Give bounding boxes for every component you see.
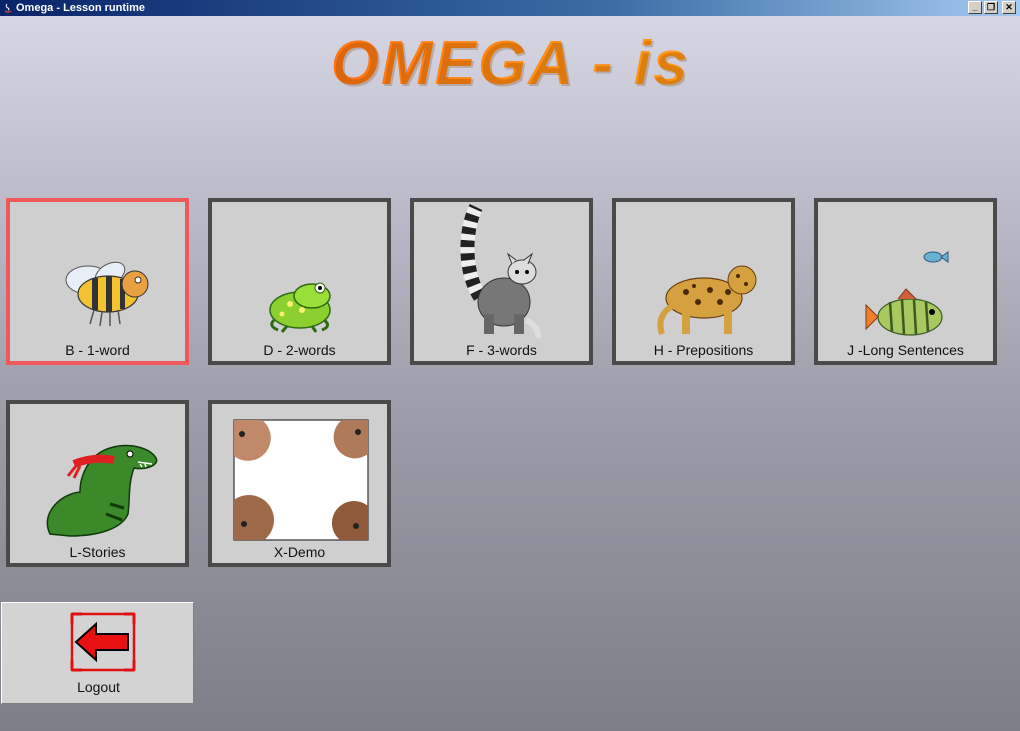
window-title: Omega - Lesson runtime <box>16 2 145 14</box>
lesson-tile-h-prepositions[interactable]: H - Prepositions <box>612 198 795 365</box>
lesson-tile-l-stories[interactable]: L-Stories <box>6 400 189 567</box>
window-titlebar[interactable]: Omega - Lesson runtime _ ❐ ✕ <box>0 0 1020 16</box>
back-arrow-icon <box>70 612 136 672</box>
lesson-tile-j-long-sentences[interactable]: J -Long Sentences <box>814 198 997 365</box>
java-app-icon <box>4 3 12 13</box>
logout-label: Logout <box>77 679 120 695</box>
lesson-label: L-Stories <box>69 544 126 560</box>
fish-icon <box>865 251 949 336</box>
app-headline: OMEGA - is <box>0 28 1020 99</box>
minimize-button[interactable]: _ <box>968 1 982 14</box>
lesson-label: X-Demo <box>273 544 326 560</box>
lesson-tile-f-3-words[interactable]: F - 3-words <box>410 198 593 365</box>
lesson-tile-d-2-words[interactable]: D - 2-words <box>208 198 391 365</box>
lesson-tile-x-demo[interactable]: X-Demo <box>208 400 391 567</box>
lesson-label: D - 2-words <box>263 342 336 358</box>
lesson-label: H - Prepositions <box>653 342 754 358</box>
restore-button[interactable]: ❐ <box>984 1 998 14</box>
leopard-icon <box>657 265 757 335</box>
lemur-icon <box>460 203 542 339</box>
lesson-label: J -Long Sentences <box>847 342 964 358</box>
bee-icon <box>65 261 149 327</box>
logout-button[interactable]: Logout <box>1 602 194 704</box>
lesson-tile-b-1-word[interactable]: B - 1-word <box>6 198 189 365</box>
frog-icon <box>269 282 331 333</box>
lesson-label: F - 3-words <box>466 342 537 358</box>
lesson-label: B - 1-word <box>65 342 130 358</box>
close-button[interactable]: ✕ <box>1002 1 1016 14</box>
faces-photo-icon <box>233 419 369 541</box>
dinosaur-icon <box>46 444 158 537</box>
